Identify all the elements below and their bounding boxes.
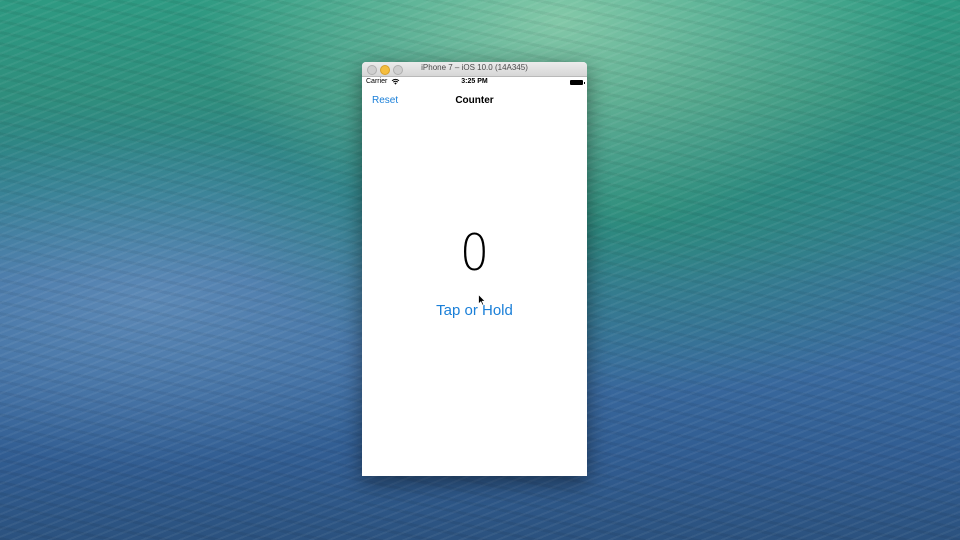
mouse-cursor-icon	[478, 294, 486, 306]
battery-icon	[570, 80, 585, 85]
tap-or-hold-button[interactable]: Tap or Hold	[362, 301, 587, 320]
status-bar: Carrier 3:25 PM	[362, 77, 587, 89]
simulator-window: iPhone 7 – iOS 10.0 (14A345) Carrier 3:2…	[362, 62, 587, 476]
navigation-bar: Reset Counter	[362, 89, 587, 113]
nav-title: Counter	[455, 95, 494, 106]
counter-value: 0	[459, 224, 490, 282]
window-title: iPhone 7 – iOS 10.0 (14A345)	[421, 63, 528, 72]
window-titlebar[interactable]: iPhone 7 – iOS 10.0 (14A345)	[362, 62, 587, 77]
status-time: 3:25 PM	[461, 78, 488, 85]
